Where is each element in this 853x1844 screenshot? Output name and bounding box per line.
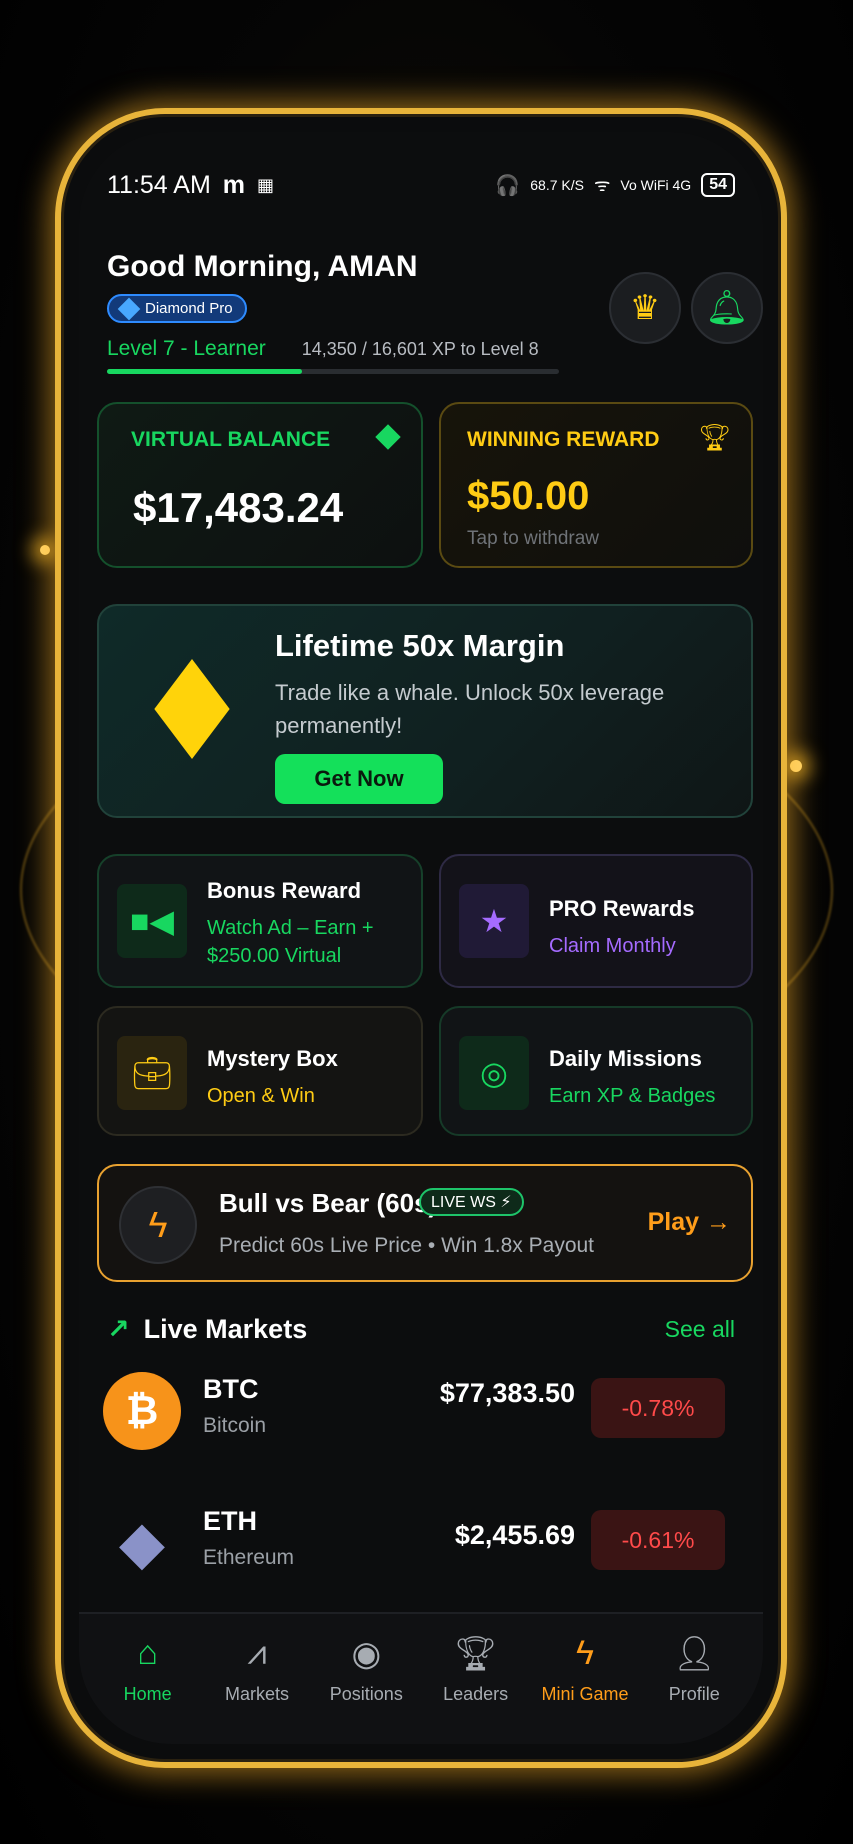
- tile-title: Daily Missions: [549, 1046, 702, 1071]
- gem-icon: [375, 424, 401, 450]
- crown-icon: ♛: [629, 289, 661, 327]
- tile-title: Mystery Box: [207, 1046, 338, 1071]
- nav-label: Positions: [329, 1684, 403, 1704]
- wifi-icon: ᯤ: [593, 175, 611, 195]
- virtual-balance-card[interactable]: VIRTUAL BALANCE $17,483.24: [97, 402, 423, 568]
- margin-promo-card: Lifetime 50x Margin Trade like a whale. …: [97, 604, 753, 818]
- withdraw-hint: Tap to withdraw: [467, 528, 600, 549]
- tier-label: Diamond Pro: [145, 300, 233, 317]
- xp-progress-bar: [107, 369, 559, 374]
- live-badge: LIVE WS ⚡: [419, 1188, 524, 1216]
- mystery-box-tile[interactable]: 💼︎ Mystery Box Open & Win: [97, 1006, 423, 1136]
- signal-text: Vo WiFi 4G: [620, 177, 692, 193]
- promo-description: Trade like a whale. Unlock 50x leverage …: [275, 680, 665, 738]
- bitcoin-icon: ₿: [103, 1372, 181, 1450]
- nav-markets[interactable]: ⩘ Markets: [207, 1634, 307, 1744]
- pro-rewards-tile[interactable]: ★ PRO Rewards Claim Monthly: [439, 854, 753, 988]
- level-label: Level 7 - Learner: [107, 337, 266, 360]
- keypad-icon: ▦: [257, 174, 275, 195]
- xp-label: 14,350 / 16,601 XP to Level 8: [301, 339, 539, 359]
- market-row-eth[interactable]: ◆ ETH Ethereum $2,455.69 -0.61%: [97, 1498, 735, 1588]
- spark: [40, 545, 50, 555]
- bell-icon: 🔔︎: [705, 289, 749, 327]
- battery-indicator: 54: [701, 173, 735, 197]
- nav-label: Mini Game: [541, 1684, 629, 1704]
- tile-subtitle: Claim Monthly: [549, 935, 676, 957]
- tile-subtitle: Watch Ad – Earn + $250.00 Virtual: [207, 917, 374, 967]
- nav-label: Leaders: [443, 1684, 509, 1704]
- user-circle-icon: ◉: [351, 1635, 382, 1673]
- promo-title: Lifetime 50x Margin: [275, 628, 565, 663]
- bonus-reward-tile[interactable]: ■◀ Bonus Reward Watch Ad – Earn + $250.0…: [97, 854, 423, 988]
- bottom-nav: ⌂ Home ⩘ Markets ◉ Positions 🏆︎ Leaders ϟ Min…: [79, 1612, 763, 1744]
- phone-frame: 11:54 AM m ▦ 🎧 68.7 K/S ᯤ Vo WiFi 4G 54 Go…: [55, 108, 787, 1768]
- target-icon: ◎: [459, 1036, 529, 1110]
- nav-leaders[interactable]: 🏆︎ Leaders: [426, 1634, 526, 1744]
- coin-change: -0.78%: [591, 1378, 725, 1438]
- star-icon: ★: [459, 884, 529, 958]
- trend-icon: ↗: [107, 1314, 130, 1344]
- coin-name: Bitcoin: [203, 1414, 267, 1437]
- nav-positions[interactable]: ◉ Positions: [316, 1634, 416, 1744]
- nav-label: Home: [123, 1684, 172, 1704]
- tile-title: PRO Rewards: [549, 896, 695, 921]
- winning-reward-card[interactable]: WINNING REWARD 🏆︎ $50.00 Tap to withdraw: [439, 402, 753, 568]
- ethereum-icon: ◆: [118, 1509, 166, 1576]
- crown-button[interactable]: ♛: [609, 272, 681, 344]
- status-time: 11:54 AM: [107, 170, 211, 199]
- bolt-icon: ϟ: [575, 1634, 594, 1672]
- net-speed: 68.7 K/S: [530, 177, 584, 193]
- tier-badge[interactable]: Diamond Pro: [107, 294, 247, 323]
- person-icon: 👤︎: [672, 1635, 716, 1673]
- bull-subtitle: Predict 60s Live Price • Win 1.8x Payout: [219, 1234, 595, 1257]
- coin-symbol: BTC: [203, 1374, 259, 1404]
- get-now-button[interactable]: Get Now: [275, 754, 443, 804]
- see-all-link[interactable]: See all: [665, 1316, 735, 1343]
- nav-label: Profile: [668, 1684, 720, 1704]
- coin-symbol: ETH: [203, 1506, 257, 1536]
- tile-subtitle: Open & Win: [207, 1085, 315, 1107]
- tile-title: Bonus Reward: [207, 878, 362, 903]
- nav-label: Markets: [224, 1684, 289, 1704]
- app-m-icon: m: [222, 170, 246, 199]
- live-markets-header: ↗ Live Markets See all: [107, 1314, 735, 1345]
- notification-button[interactable]: 🔔︎: [691, 272, 763, 344]
- bolt-icon: ϟ: [119, 1186, 197, 1264]
- yellow-diamond-icon: [154, 658, 230, 760]
- play-button[interactable]: Play →: [648, 1208, 731, 1237]
- status-bar: 11:54 AM m ▦ 🎧 68.7 K/S ᯤ Vo WiFi 4G 54: [107, 170, 735, 200]
- balance-title: VIRTUAL BALANCE: [131, 428, 331, 451]
- nav-home[interactable]: ⌂ Home: [98, 1634, 198, 1744]
- balance-value: $17,483.24: [133, 484, 344, 531]
- reward-title: WINNING REWARD: [467, 428, 660, 451]
- spark: [790, 760, 802, 772]
- app-screen: 11:54 AM m ▦ 🎧 68.7 K/S ᯤ Vo WiFi 4G 54 Go…: [79, 132, 763, 1744]
- bull-title: Bull vs Bear (60s): [219, 1188, 438, 1218]
- coin-price: $2,455.69: [454, 1520, 575, 1550]
- trophy-icon: 🏆︎: [454, 1635, 498, 1673]
- bull-vs-bear-card[interactable]: ϟ Bull vs Bear (60s) LIVE WS ⚡ Predict 6…: [97, 1164, 753, 1282]
- briefcase-icon: 💼︎: [117, 1036, 187, 1110]
- market-row-btc[interactable]: ₿ BTC Bitcoin $77,383.50 -0.78%: [97, 1366, 735, 1456]
- markets-title: Live Markets: [143, 1314, 308, 1344]
- coin-price: $77,383.50: [439, 1378, 575, 1408]
- tile-subtitle: Earn XP & Badges: [549, 1085, 716, 1107]
- reward-value: $50.00: [467, 474, 590, 518]
- trophy-icon: 🏆︎: [697, 422, 731, 452]
- video-icon: ■◀: [117, 884, 187, 958]
- home-icon: ⌂: [137, 1634, 158, 1672]
- coin-change: -0.61%: [591, 1510, 725, 1570]
- daily-missions-tile[interactable]: ◎ Daily Missions Earn XP & Badges: [439, 1006, 753, 1136]
- diamond-icon: [117, 297, 141, 320]
- coin-name: Ethereum: [203, 1546, 295, 1569]
- nav-mini-game[interactable]: ϟ Mini Game: [535, 1634, 635, 1744]
- xp-progress-fill: [107, 369, 303, 374]
- nav-profile[interactable]: 👤︎ Profile: [644, 1634, 744, 1744]
- chart-line-icon: ⩘: [247, 1634, 267, 1672]
- headphones-icon: 🎧: [495, 174, 521, 197]
